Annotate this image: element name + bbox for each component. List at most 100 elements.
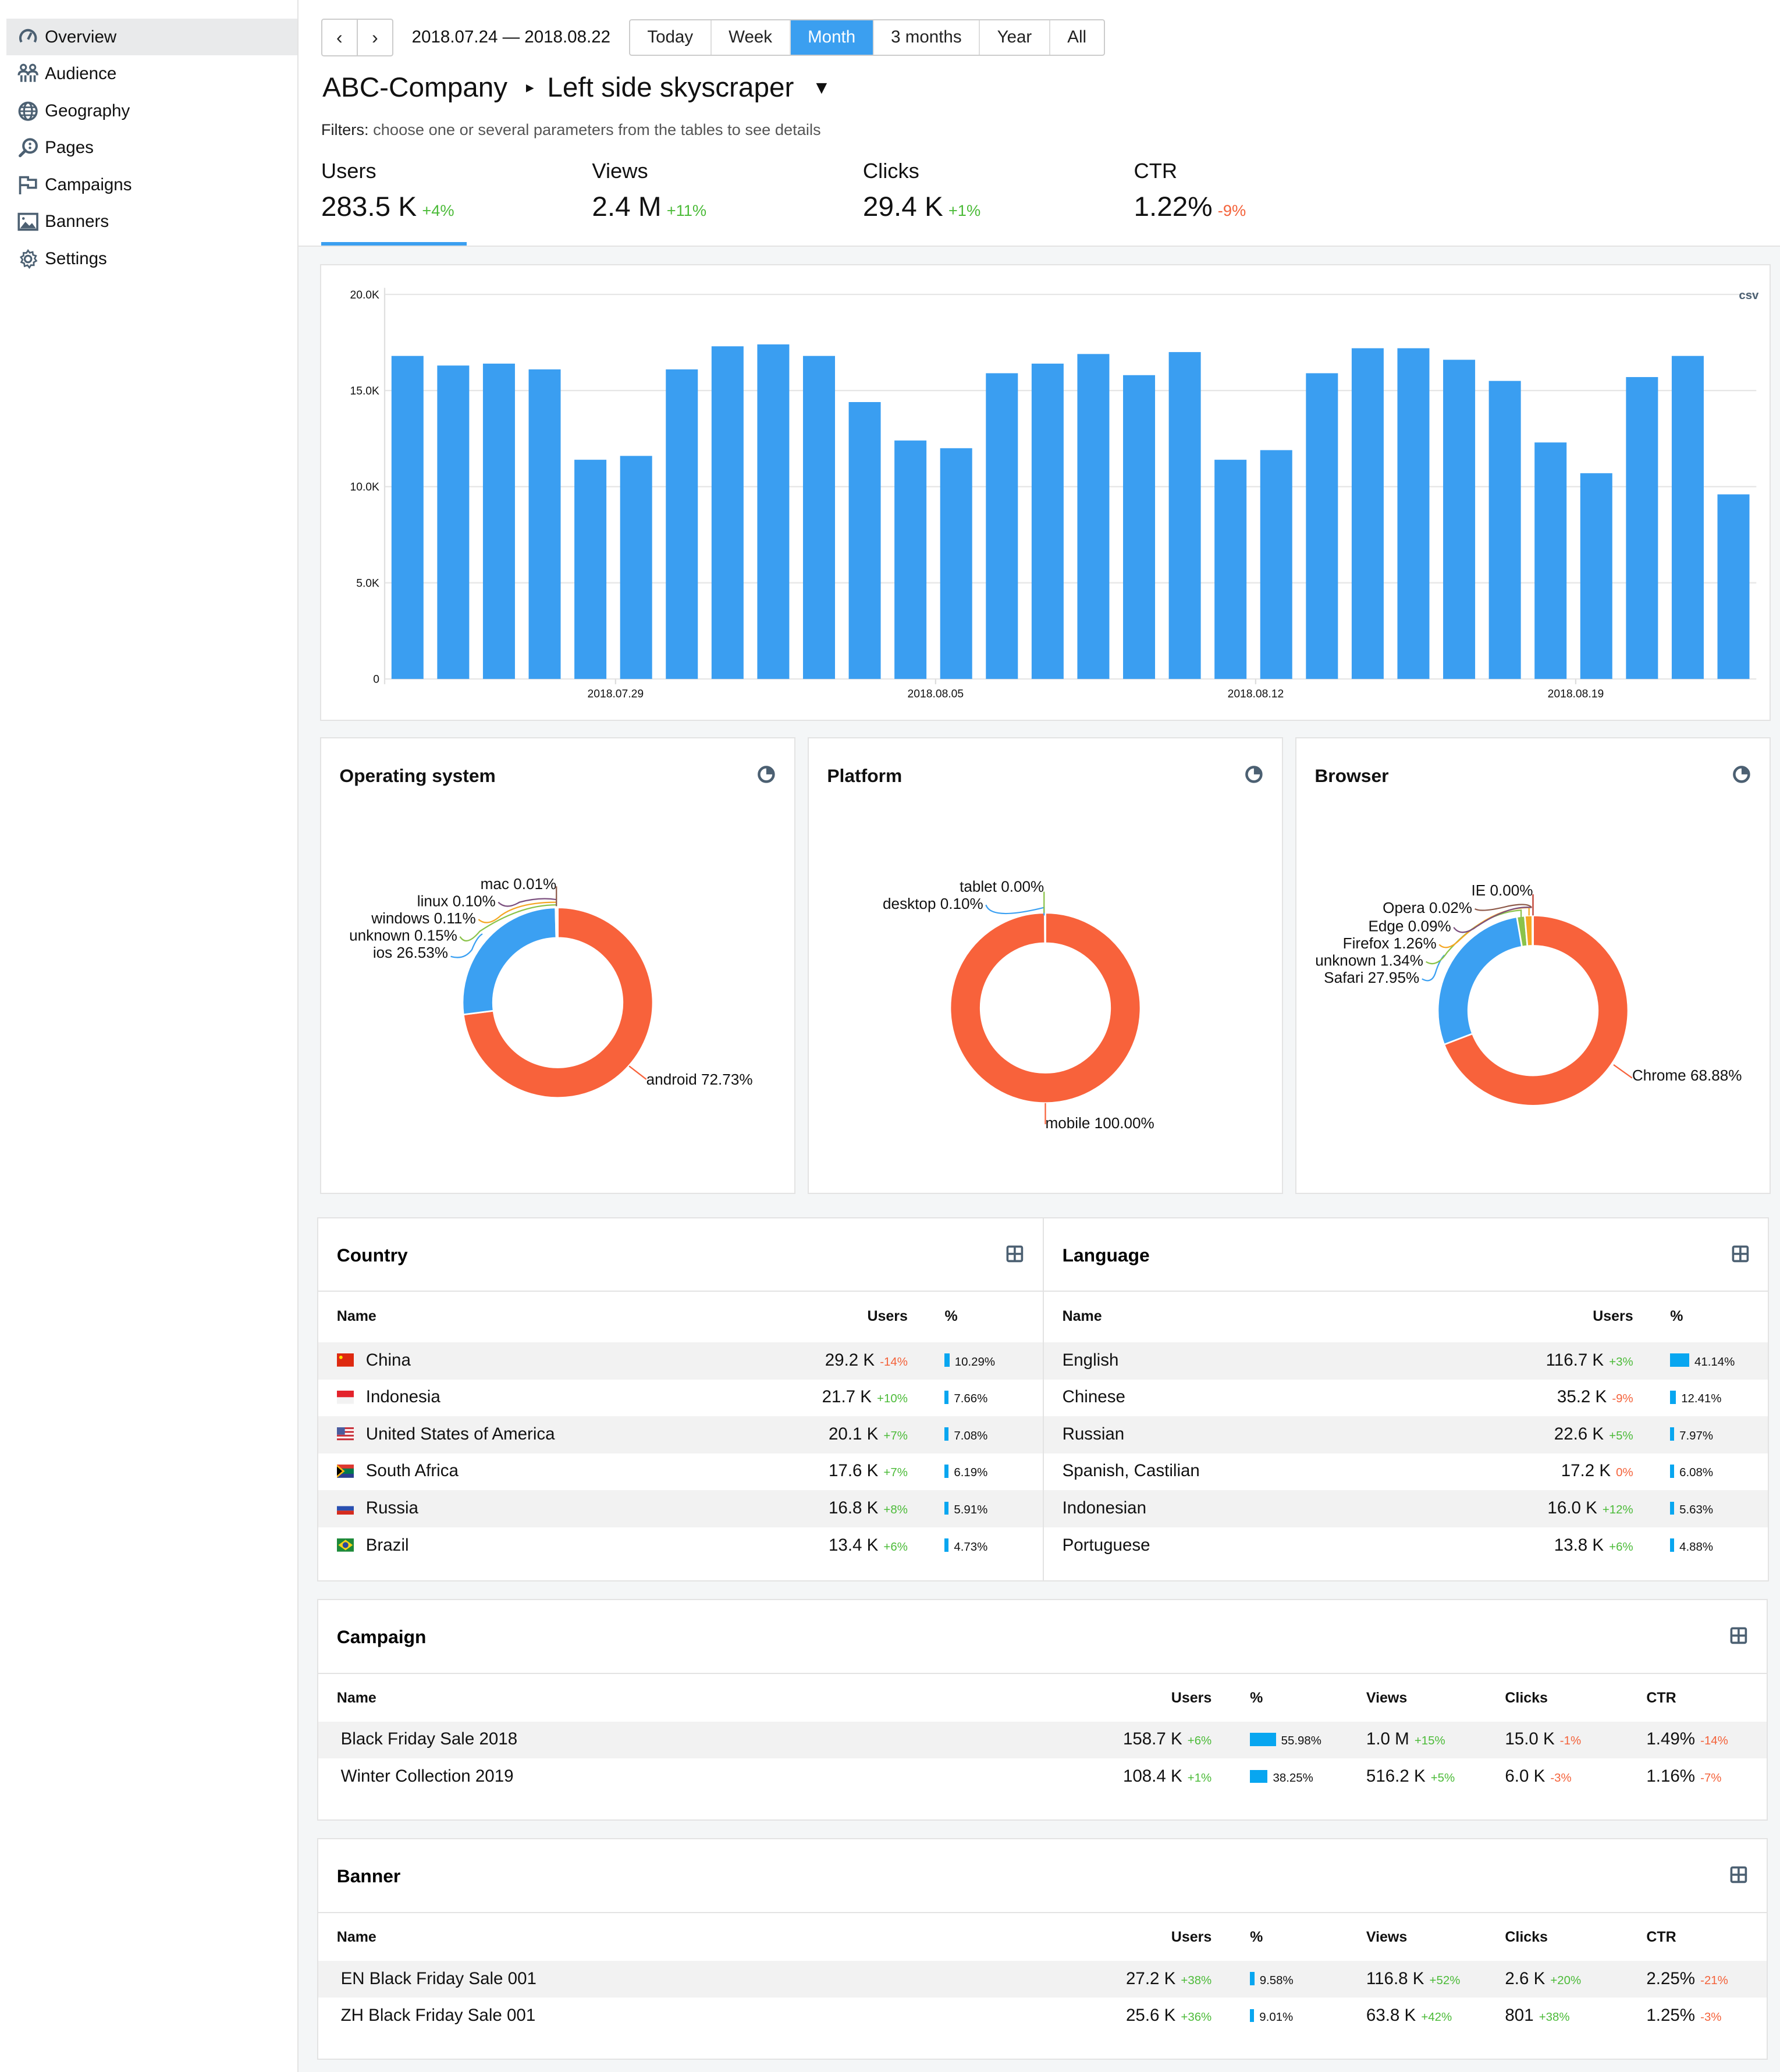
next-period-button[interactable]: ›: [357, 20, 392, 55]
period-today[interactable]: Today: [630, 20, 710, 55]
period-month[interactable]: Month: [790, 20, 873, 55]
table-row[interactable]: Indonesian16.0 K+12%5.63%: [1044, 1490, 1768, 1527]
table-row[interactable]: Portuguese13.8 K+6%4.88%: [1044, 1527, 1768, 1565]
bar[interactable]: [1534, 443, 1566, 679]
table-row[interactable]: EN Black Friday Sale 00127.2 K+38%9.58%1…: [318, 1961, 1767, 1998]
bar[interactable]: [1306, 374, 1338, 679]
table-row[interactable]: Black Friday Sale 2018158.7 K+6%55.98%1.…: [318, 1722, 1767, 1759]
column-header-users[interactable]: Users: [1171, 1929, 1211, 1946]
column-header-clicks[interactable]: Clicks: [1505, 1929, 1548, 1946]
column-header-users[interactable]: Users: [1171, 1690, 1211, 1707]
table-row[interactable]: ZH Black Friday Sale 00125.6 K+36%9.01%6…: [318, 1998, 1767, 2035]
table-row[interactable]: Spanish, Castilian17.2 K0%6.08%: [1044, 1453, 1768, 1491]
breadcrumb-placement[interactable]: Left side skyscraper: [547, 72, 794, 104]
column-header-name[interactable]: Name: [1063, 1308, 1102, 1325]
table-row[interactable]: South Africa17.6 K+7%6.19%: [318, 1453, 1043, 1491]
sidebar-item-audience[interactable]: Audience: [6, 55, 297, 93]
stat-users[interactable]: Users283.5 K+4%: [321, 159, 592, 246]
bar[interactable]: [1626, 377, 1658, 679]
table-row[interactable]: Brazil13.4 K+6%4.73%: [318, 1527, 1043, 1565]
bar[interactable]: [940, 448, 972, 679]
bar[interactable]: [1580, 473, 1612, 679]
period-3-months[interactable]: 3 months: [873, 20, 979, 55]
table-row[interactable]: Winter Collection 2019108.4 K+1%38.25%51…: [318, 1758, 1767, 1796]
bar[interactable]: [1168, 352, 1200, 679]
row-name-text: Spanish, Castilian: [1063, 1461, 1200, 1480]
column-header-users[interactable]: Users: [867, 1308, 907, 1325]
table-row[interactable]: Indonesia21.7 K+10%7.66%: [318, 1380, 1043, 1417]
row-name: ZH Black Friday Sale 001: [341, 2006, 536, 2025]
column-header-ctr[interactable]: CTR: [1646, 1929, 1676, 1946]
column-header-percent[interactable]: %: [944, 1308, 957, 1325]
column-header-percent[interactable]: %: [1250, 1929, 1263, 1946]
table-row[interactable]: Chinese35.2 K-9%12.41%: [1044, 1380, 1768, 1417]
table-view-icon[interactable]: [1729, 1865, 1748, 1884]
stat-label: Clicks: [863, 159, 1134, 183]
bar[interactable]: [574, 460, 606, 679]
table-view-icon[interactable]: [1006, 1245, 1024, 1263]
bar[interactable]: [528, 369, 560, 679]
bar[interactable]: [1672, 356, 1704, 679]
bar[interactable]: [483, 364, 515, 679]
column-header-name[interactable]: Name: [337, 1308, 376, 1325]
table-row[interactable]: China29.2 K-14%10.29%: [318, 1342, 1043, 1380]
sidebar-item-pages[interactable]: Pages: [6, 130, 297, 167]
bar[interactable]: [1351, 349, 1383, 679]
column-header-users[interactable]: Users: [1593, 1308, 1633, 1325]
bar[interactable]: [1031, 364, 1063, 679]
table-view-icon[interactable]: [1729, 1626, 1748, 1645]
period-all[interactable]: All: [1049, 20, 1104, 55]
csv-export-button[interactable]: csv: [1739, 289, 1758, 303]
bar[interactable]: [848, 402, 880, 679]
bar[interactable]: [1214, 460, 1246, 679]
bar[interactable]: [1077, 354, 1109, 679]
row-users: 116.7 K+3%: [1546, 1350, 1633, 1370]
caret-down-icon[interactable]: ▼: [812, 77, 830, 98]
bar[interactable]: [1443, 360, 1475, 679]
donut-slice-safari[interactable]: [1438, 917, 1522, 1044]
donut-slice-desktop[interactable]: [1044, 913, 1045, 943]
bar[interactable]: [711, 346, 743, 679]
column-header-clicks[interactable]: Clicks: [1505, 1690, 1548, 1707]
bar[interactable]: [894, 440, 926, 679]
donut-slice-ios[interactable]: [463, 908, 556, 1015]
column-header-views[interactable]: Views: [1366, 1929, 1407, 1946]
column-header-name[interactable]: Name: [337, 1929, 376, 1946]
table-row[interactable]: English116.7 K+3%41.14%: [1044, 1342, 1768, 1380]
prev-period-button[interactable]: ‹: [322, 20, 357, 55]
period-year[interactable]: Year: [979, 20, 1049, 55]
column-header-ctr[interactable]: CTR: [1646, 1690, 1676, 1707]
table-row[interactable]: Russian22.6 K+5%7.97%: [1044, 1416, 1768, 1453]
breadcrumb-company[interactable]: ABC-Company: [322, 72, 507, 104]
bar[interactable]: [1717, 495, 1749, 679]
bar[interactable]: [1260, 450, 1292, 679]
bar[interactable]: [666, 369, 698, 679]
sidebar-item-banners[interactable]: Banners: [6, 204, 297, 241]
stat-ctr[interactable]: CTR1.22%-9%: [1134, 159, 1405, 246]
bar[interactable]: [757, 344, 789, 679]
sidebar-item-settings[interactable]: Settings: [6, 240, 297, 278]
bar[interactable]: [1488, 381, 1520, 679]
stat-number: 283.5 K: [321, 191, 417, 222]
sidebar-item-overview[interactable]: Overview: [6, 19, 297, 56]
bar[interactable]: [986, 374, 1018, 679]
table-row[interactable]: United States of America20.1 K+7%7.08%: [318, 1416, 1043, 1453]
column-header-name[interactable]: Name: [337, 1690, 376, 1707]
bar[interactable]: [803, 356, 835, 679]
sidebar-item-geography[interactable]: Geography: [6, 93, 297, 130]
period-week[interactable]: Week: [710, 20, 790, 55]
column-header-percent[interactable]: %: [1670, 1308, 1683, 1325]
column-header-views[interactable]: Views: [1366, 1690, 1407, 1707]
bar[interactable]: [437, 365, 469, 679]
table-row[interactable]: Russia16.8 K+8%5.91%: [318, 1490, 1043, 1527]
stat-clicks[interactable]: Clicks29.4 K+1%: [863, 159, 1134, 246]
bar[interactable]: [620, 456, 652, 679]
sidebar-item-campaigns[interactable]: Campaigns: [6, 166, 297, 204]
bar[interactable]: [391, 356, 423, 679]
bar[interactable]: [1123, 375, 1155, 679]
bar[interactable]: [1397, 349, 1429, 679]
row-percent: 6.08%: [1670, 1461, 1713, 1481]
stat-views[interactable]: Views2.4 M+11%: [592, 159, 863, 246]
table-view-icon[interactable]: [1731, 1245, 1750, 1263]
column-header-percent[interactable]: %: [1250, 1690, 1263, 1707]
